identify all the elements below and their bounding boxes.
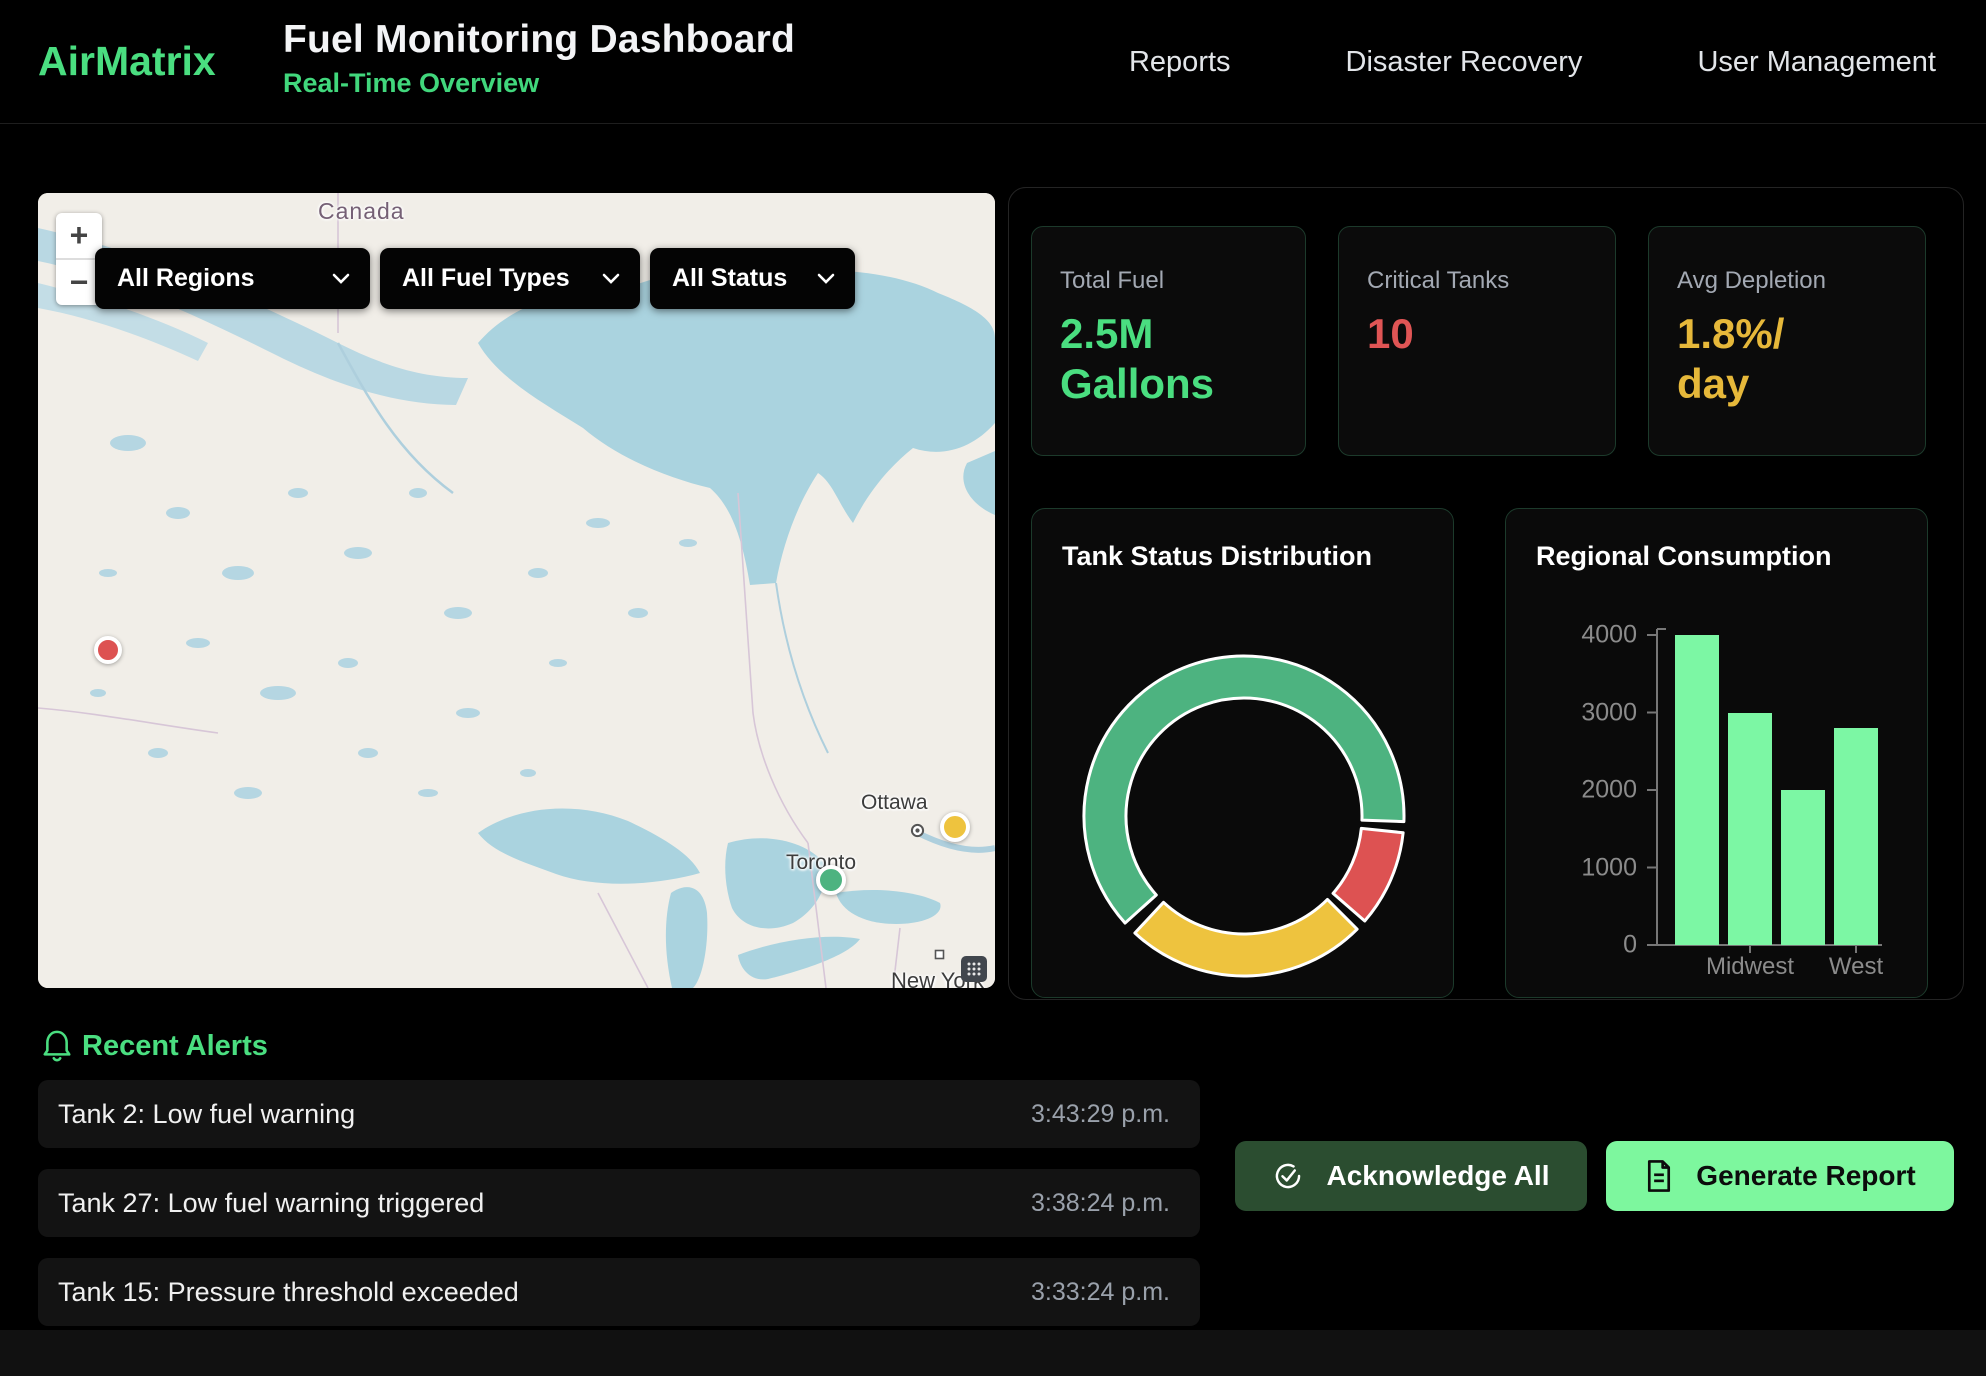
bell-icon: [40, 1028, 74, 1064]
alert-text: Tank 27: Low fuel warning triggered: [58, 1188, 484, 1219]
critical-tank-marker[interactable]: [94, 636, 122, 664]
warning-tank-marker[interactable]: [940, 812, 970, 842]
ottawa-city-marker-icon: [910, 823, 925, 838]
bar-chart-ytick: 0: [1557, 931, 1637, 960]
metrics-panel: Total Fuel 2.5MGallons Critical Tanks 10…: [1008, 187, 1964, 1000]
alert-time: 3:38:24 p.m.: [1031, 1189, 1170, 1218]
alert-row[interactable]: Tank 27: Low fuel warning triggered 3:38…: [38, 1169, 1200, 1237]
kpi-label: Critical Tanks: [1367, 267, 1615, 295]
generate-report-button[interactable]: Generate Report: [1606, 1141, 1954, 1211]
grip-dots-icon: [966, 961, 982, 977]
chevron-down-icon: [602, 273, 620, 284]
kpi-label: Total Fuel: [1060, 267, 1305, 295]
bar-chart-ytick: 3000: [1557, 698, 1637, 727]
newyork-city-marker-icon: [934, 949, 945, 960]
acknowledge-all-button[interactable]: Acknowledge All: [1235, 1141, 1587, 1211]
bar-chart-ytick: 2000: [1557, 776, 1637, 805]
kpi-critical-tanks: Critical Tanks 10: [1338, 226, 1616, 456]
kpi-avg-depletion: Avg Depletion 1.8%/day: [1648, 226, 1926, 456]
alert-row[interactable]: Tank 15: Pressure threshold exceeded 3:3…: [38, 1258, 1200, 1326]
fuel-monitoring-dashboard: AirMatrix Fuel Monitoring Dashboard Real…: [0, 0, 1986, 1376]
tank-status-card: Tank Status Distribution: [1031, 508, 1454, 998]
generate-report-label: Generate Report: [1696, 1160, 1915, 1192]
alert-text: Tank 15: Pressure threshold exceeded: [58, 1277, 519, 1308]
tank-status-donut-chart: [1032, 509, 1455, 999]
status-filter-value: All Status: [672, 264, 787, 293]
brand-logo[interactable]: AirMatrix: [38, 38, 216, 85]
bar-chart-xtick: West: [1829, 953, 1883, 981]
map[interactable]: Canada Ottawa Toronto New York + − All R…: [38, 193, 995, 988]
alert-row[interactable]: Tank 2: Low fuel warning 3:43:29 p.m.: [38, 1080, 1200, 1148]
main-nav: Reports Disaster Recovery User Managemen…: [1129, 0, 1936, 124]
map-resize-handle[interactable]: [961, 956, 987, 982]
title-block: Fuel Monitoring Dashboard Real-Time Over…: [283, 18, 795, 99]
nav-reports[interactable]: Reports: [1129, 46, 1231, 79]
document-icon: [1644, 1159, 1674, 1193]
consumption-bar[interactable]: [1834, 728, 1878, 945]
chevron-down-icon: [332, 273, 350, 284]
map-city-label-ottawa: Ottawa: [861, 791, 928, 815]
consumption-bar[interactable]: [1728, 713, 1772, 946]
acknowledge-all-label: Acknowledge All: [1326, 1160, 1549, 1192]
chevron-down-icon: [817, 273, 835, 284]
kpi-label: Avg Depletion: [1677, 267, 1925, 295]
map-filters: All Regions All Fuel Types All Status: [95, 248, 855, 309]
kpi-value: 2.5MGallons: [1060, 309, 1305, 408]
region-filter-select[interactable]: All Regions: [95, 248, 370, 309]
consumption-bar[interactable]: [1781, 790, 1825, 945]
fuel-type-filter-select[interactable]: All Fuel Types: [380, 248, 640, 309]
nav-user-management[interactable]: User Management: [1697, 46, 1936, 79]
kpi-total-fuel: Total Fuel 2.5MGallons: [1031, 226, 1306, 456]
page-subtitle: Real-Time Overview: [283, 68, 795, 99]
bar-chart-xtick: Midwest: [1706, 953, 1794, 981]
alert-time: 3:43:29 p.m.: [1031, 1100, 1170, 1129]
nav-disaster-recovery[interactable]: Disaster Recovery: [1346, 46, 1583, 79]
operational-tank-marker[interactable]: [816, 865, 846, 895]
kpi-value: 10: [1367, 309, 1615, 359]
bottom-strip: [0, 1330, 1986, 1376]
fuel-type-filter-value: All Fuel Types: [402, 264, 570, 293]
donut-segment-yellow[interactable]: [1135, 899, 1357, 976]
alert-time: 3:33:24 p.m.: [1031, 1278, 1170, 1307]
check-circle-icon: [1272, 1160, 1304, 1192]
page-title: Fuel Monitoring Dashboard: [283, 18, 795, 62]
bar-chart-ytick: 1000: [1557, 853, 1637, 882]
kpi-value: 1.8%/day: [1677, 309, 1925, 408]
donut-segment-red[interactable]: [1333, 828, 1403, 921]
map-country-label: Canada: [318, 198, 405, 225]
alert-text: Tank 2: Low fuel warning: [58, 1099, 355, 1130]
donut-chart-title: Tank Status Distribution: [1062, 541, 1372, 572]
app-header: AirMatrix Fuel Monitoring Dashboard Real…: [0, 0, 1986, 124]
region-filter-value: All Regions: [117, 264, 255, 293]
status-filter-select[interactable]: All Status: [650, 248, 855, 309]
bar-chart-ytick: 4000: [1557, 621, 1637, 650]
alerts-section-title: Recent Alerts: [82, 1030, 268, 1063]
consumption-bar[interactable]: [1675, 635, 1719, 945]
regional-consumption-card: Regional Consumption 40003000200010000Mi…: [1505, 508, 1928, 998]
regional-consumption-bar-chart: 4000 3000 2000 1000 0 Midwest West: [1506, 509, 1929, 999]
